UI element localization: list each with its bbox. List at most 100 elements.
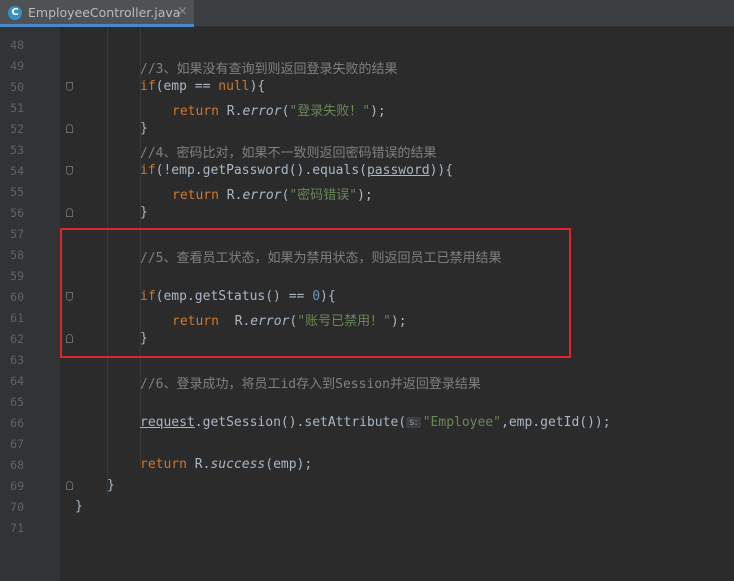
code-token: } — [107, 478, 115, 493]
line-number: 71 — [10, 521, 24, 535]
fold-marker-icon[interactable] — [66, 124, 73, 133]
code-line[interactable]: 50 if(emp == null){ — [0, 77, 734, 98]
line-number: 61 — [10, 311, 24, 325]
code-editor[interactable]: 48 49//3、如果没有查询到则返回登录失败的结果 50 if(emp == nul… — [0, 27, 734, 581]
code-token: R. — [226, 188, 243, 203]
line-number: 66 — [10, 416, 24, 430]
editor-tab-bar: C EmployeeController.java × — [0, 0, 734, 27]
line-number: 68 — [10, 458, 24, 472]
code-text: } — [75, 499, 83, 514]
code-line[interactable]: 66 request.getSession().setAttribute(s: "E… — [0, 413, 734, 434]
code-token: "Employee" — [422, 415, 501, 430]
line-number: 48 — [10, 38, 24, 52]
code-token: if — [140, 79, 156, 94]
code-token: "密码错误" — [289, 188, 358, 203]
parameter-hint: s: — [406, 417, 421, 428]
code-line[interactable]: 71 — [0, 518, 734, 539]
code-token: if — [140, 163, 156, 178]
code-line[interactable]: 52} — [0, 119, 734, 140]
code-token: (emp == — [155, 79, 219, 94]
line-number: 65 — [10, 395, 24, 409]
code-line[interactable]: 65 — [0, 392, 734, 413]
code-token: )){ — [429, 163, 454, 178]
code-text: //3、如果没有查询到则返回登录失败的结果 — [140, 58, 397, 77]
close-tab-icon[interactable]: × — [177, 4, 188, 19]
code-text: if(emp == null){ — [140, 79, 265, 94]
code-line[interactable]: 64 //6、登录成功，将员工id存入到Session并返回登录结果 — [0, 371, 734, 392]
code-token: } — [75, 499, 83, 514]
tab-employee-controller[interactable]: C EmployeeController.java × — [0, 0, 194, 27]
code-text: return R.error("密码错误"); — [172, 184, 373, 203]
code-token: ){ — [249, 79, 266, 94]
line-number: 52 — [10, 122, 24, 136]
code-text: } — [140, 205, 148, 220]
code-text: } — [140, 121, 148, 136]
line-number: 51 — [10, 101, 24, 115]
line-number: 64 — [10, 374, 24, 388]
code-token: ); — [370, 104, 386, 119]
code-token: //4、密码比对，如果不一致则返回密码错误的结果 — [140, 146, 437, 161]
code-token: ,emp.getId()); — [501, 415, 611, 430]
code-text: request.getSession().setAttribute(s: "Emp… — [140, 415, 611, 430]
line-number: 56 — [10, 206, 24, 220]
code-text: } — [107, 478, 115, 493]
code-line[interactable]: 53 //4、密码比对，如果不一致则返回密码错误的结果 — [0, 140, 734, 161]
line-number: 60 — [10, 290, 24, 304]
code-text: if(!emp.getPassword().equals(password)){ — [140, 163, 453, 178]
highlight-annotation-box — [60, 228, 571, 358]
fold-marker-icon[interactable] — [66, 166, 73, 175]
line-number: 54 — [10, 164, 24, 178]
line-number: 55 — [10, 185, 24, 199]
code-line[interactable]: 48 — [0, 35, 734, 56]
code-line[interactable]: 68 return R.success(emp); — [0, 455, 734, 476]
code-token: request — [140, 415, 195, 430]
line-number: 57 — [10, 227, 24, 241]
code-token: R. — [226, 104, 243, 119]
line-number: 69 — [10, 479, 24, 493]
code-text: return R.success(emp); — [140, 457, 312, 472]
code-token: password — [366, 163, 430, 178]
code-token: "登录失败！" — [289, 104, 371, 119]
line-number: 70 — [10, 500, 24, 514]
fold-marker-icon[interactable] — [66, 82, 73, 91]
code-token: error — [242, 104, 282, 119]
code-line[interactable]: 56} — [0, 203, 734, 224]
code-token: return — [172, 104, 227, 119]
code-line[interactable]: 55 return R.error("密码错误"); — [0, 182, 734, 203]
code-token: (!emp.getPassword().equals( — [155, 163, 367, 178]
code-line[interactable]: 54 if(!emp.getPassword().equals(password)… — [0, 161, 734, 182]
fold-marker-icon[interactable] — [66, 208, 73, 217]
code-line[interactable]: 51 return R.error("登录失败！"); — [0, 98, 734, 119]
code-token: R. — [194, 457, 211, 472]
line-number: 49 — [10, 59, 24, 73]
code-token: //3、如果没有查询到则返回登录失败的结果 — [140, 62, 398, 77]
code-token: (emp); — [265, 457, 313, 472]
code-token: return — [172, 188, 227, 203]
tab-label: EmployeeController.java — [28, 5, 181, 20]
code-token: } — [140, 205, 148, 220]
code-token: success — [210, 457, 266, 472]
code-token: return — [140, 457, 195, 472]
line-number: 62 — [10, 332, 24, 346]
code-token: .getSession().setAttribute( — [194, 415, 407, 430]
code-line[interactable]: 69} — [0, 476, 734, 497]
line-number: 58 — [10, 248, 24, 262]
java-class-icon: C — [8, 6, 22, 20]
code-token: } — [140, 121, 148, 136]
code-text: //4、密码比对，如果不一致则返回密码错误的结果 — [140, 142, 436, 161]
line-number: 53 — [10, 143, 24, 157]
line-number: 50 — [10, 80, 24, 94]
code-token: ); — [357, 188, 373, 203]
code-line[interactable]: 67 — [0, 434, 734, 455]
code-line[interactable]: 49 //3、如果没有查询到则返回登录失败的结果 — [0, 56, 734, 77]
line-number: 63 — [10, 353, 24, 367]
code-text: //6、登录成功，将员工id存入到Session并返回登录结果 — [140, 373, 481, 392]
code-token: null — [218, 79, 250, 94]
fold-marker-icon[interactable] — [66, 481, 73, 490]
line-number: 67 — [10, 437, 24, 451]
line-number: 59 — [10, 269, 24, 283]
code-text: return R.error("登录失败！"); — [172, 100, 386, 119]
code-token: error — [242, 188, 282, 203]
code-line[interactable]: 70} — [0, 497, 734, 518]
code-token: //6、登录成功，将员工id存入到Session并返回登录结果 — [140, 377, 481, 392]
